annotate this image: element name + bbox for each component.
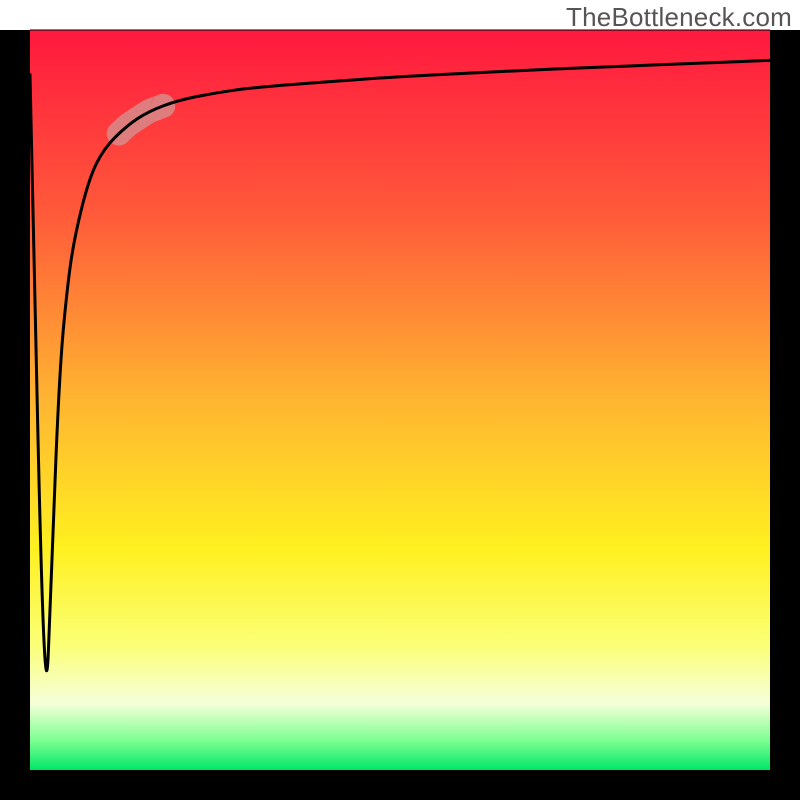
chart-container: TheBottleneck.com [0,0,800,800]
plot-background [30,30,770,770]
watermark-label: TheBottleneck.com [566,2,792,33]
frame-bottom [0,770,800,800]
frame-right [770,30,800,800]
bottleneck-chart [0,0,800,800]
frame-left [0,30,30,800]
